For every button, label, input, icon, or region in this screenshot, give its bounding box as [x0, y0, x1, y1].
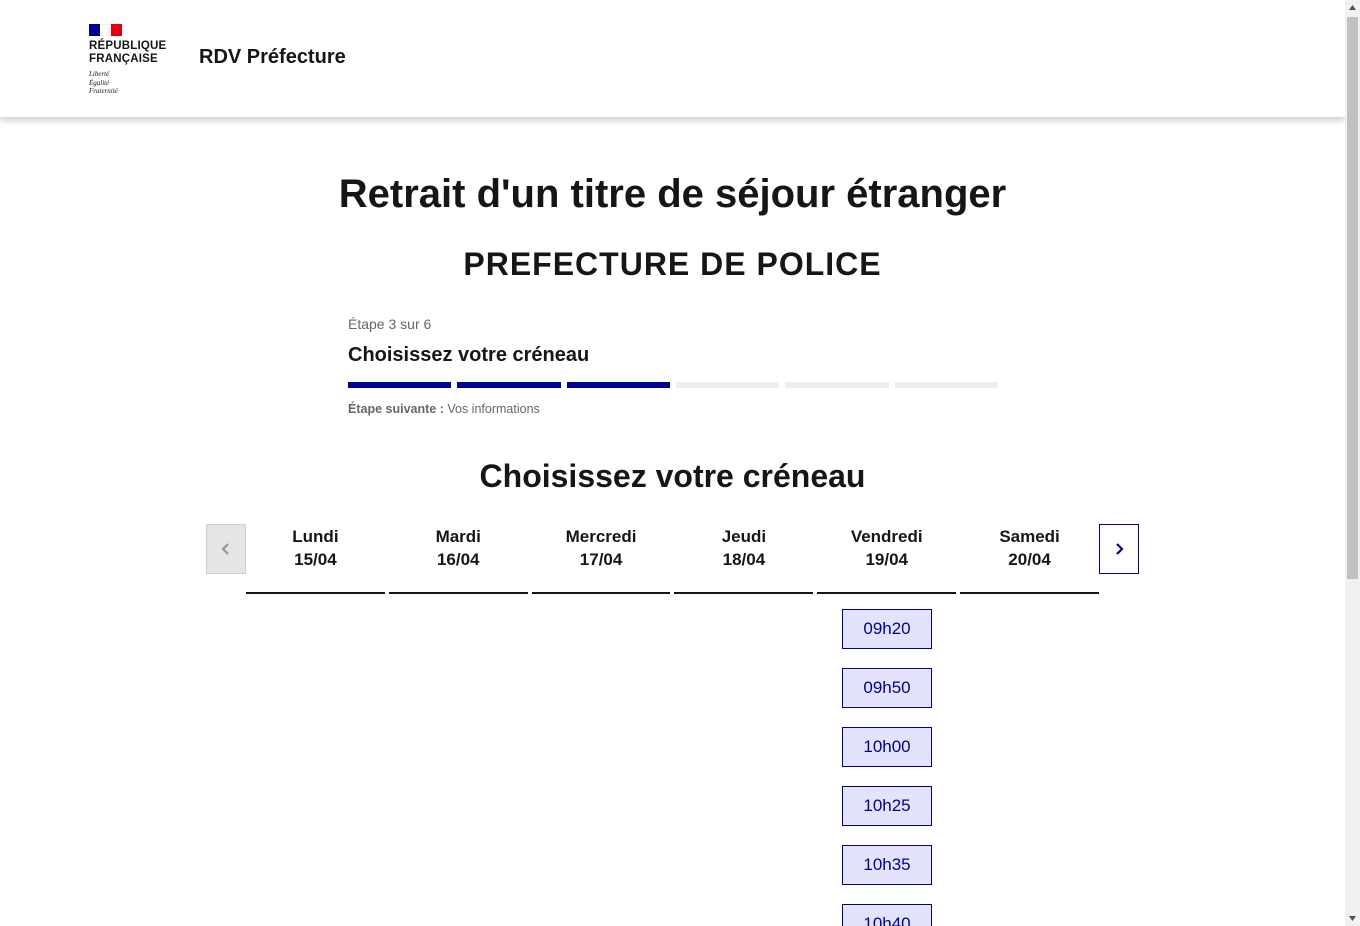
day-column-header: Mercredi 17/04	[531, 524, 671, 594]
stepper-segment	[457, 382, 561, 388]
stepper-title: Choisissez votre créneau	[348, 344, 590, 366]
stepper-next-value: Vos informations	[447, 402, 540, 416]
day-name: Mardi	[435, 527, 481, 546]
day-name: Vendredi	[850, 527, 923, 546]
time-slot-button[interactable]: 09h50	[842, 668, 932, 708]
stepper-next-label: Étape suivante :	[348, 402, 444, 416]
logo-motto: Liberté Égalité Fraternité	[89, 70, 118, 95]
day-date: 17/04	[579, 550, 623, 569]
time-slot-button[interactable]: 09h20	[842, 609, 932, 649]
day-date: 19/04	[865, 550, 908, 569]
calendar-days-header: Lundi 15/04 Mardi 16/04 Mercredi 17/04 Jeudi 18…	[246, 524, 1099, 594]
day-column-header: Samedi 20/04	[960, 524, 1099, 594]
day-date: 16/04	[436, 550, 480, 569]
day-name: Mercredi	[565, 527, 637, 546]
stepper-next-step: Étape suivante : Vos informations	[348, 402, 540, 416]
scrollbar-thumb[interactable]	[1347, 17, 1358, 579]
day-date: 20/04	[1008, 550, 1051, 569]
stepper-segment	[785, 382, 889, 388]
day-column-header: Jeudi 18/04	[674, 524, 814, 594]
site-header: RÉPUBLIQUE FRANÇAISE Liberté Égalité Fra…	[0, 0, 1345, 117]
vertical-scrollbar[interactable]	[1345, 0, 1360, 926]
day-date: 18/04	[722, 550, 766, 569]
day-name: Lundi	[292, 527, 339, 546]
time-slot-button[interactable]: 10h00	[842, 727, 932, 767]
page-title: Retrait d'un titre de séjour étranger	[338, 172, 1007, 216]
stepper-segment	[675, 382, 780, 388]
chevron-left-icon	[221, 543, 229, 555]
scroll-down-arrow-icon[interactable]	[1345, 911, 1360, 926]
logo-text: RÉPUBLIQUE FRANÇAISE	[89, 40, 167, 65]
day-column-header: Vendredi 19/04	[817, 524, 957, 594]
day-column-header: Lundi 15/04	[246, 524, 385, 594]
marianne-flag-icon	[89, 24, 122, 36]
stepper-segment	[894, 382, 998, 388]
stepper-progress-bar	[348, 382, 998, 388]
scroll-up-arrow-icon[interactable]	[1345, 0, 1360, 15]
time-slot-button[interactable]: 10h40	[842, 904, 932, 926]
stepper: Étape 3 sur 6 Choisissez votre créneau É…	[348, 316, 998, 416]
time-slot-button[interactable]: 10h25	[842, 786, 932, 826]
day-name: Samedi	[999, 527, 1060, 546]
stepper-segment	[566, 382, 670, 388]
previous-week-button[interactable]	[206, 524, 246, 574]
stepper-segment	[348, 382, 452, 388]
chevron-right-icon	[1116, 543, 1124, 555]
republique-francaise-logo[interactable]: RÉPUBLIQUE FRANÇAISE Liberté Égalité Fra…	[89, 24, 179, 96]
day-column-header: Mardi 16/04	[388, 524, 528, 594]
time-slots-friday: 09h20 09h50 10h00 10h25 10h35 10h40	[842, 609, 932, 926]
day-date: 15/04	[294, 550, 337, 569]
section-title: Choisissez votre créneau	[479, 458, 866, 494]
time-slot-button[interactable]: 10h35	[842, 845, 932, 885]
day-name: Jeudi	[721, 527, 767, 546]
page: RÉPUBLIQUE FRANÇAISE Liberté Égalité Fra…	[0, 0, 1345, 926]
page-subtitle: PREFECTURE DE POLICE	[463, 246, 882, 282]
service-title-link[interactable]: RDV Préfecture	[199, 46, 346, 69]
next-week-button[interactable]	[1099, 524, 1139, 574]
stepper-state: Étape 3 sur 6	[348, 316, 432, 332]
